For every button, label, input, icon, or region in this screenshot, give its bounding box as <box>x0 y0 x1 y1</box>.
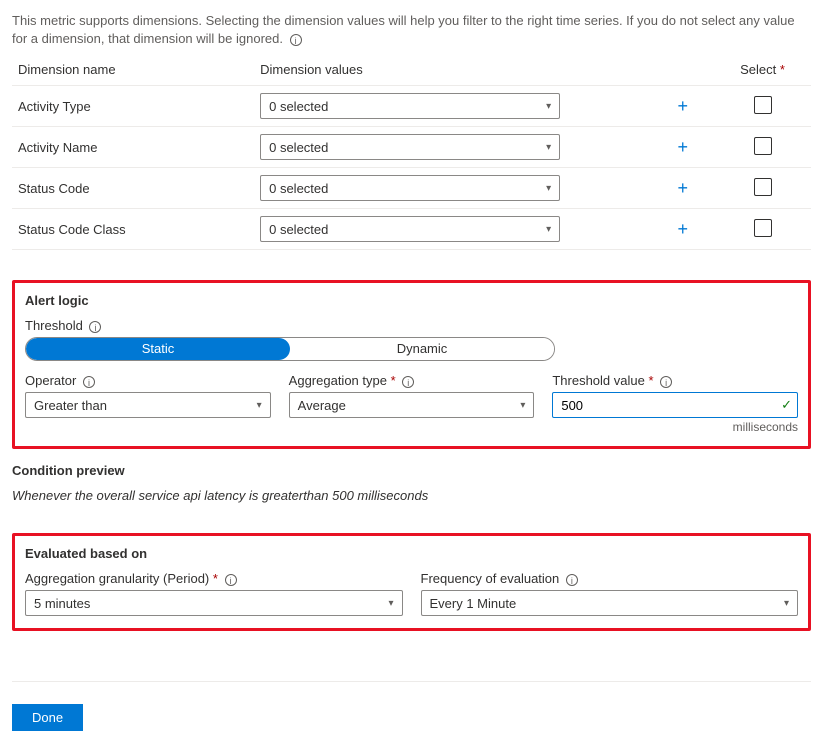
dimension-values-text: 0 selected <box>269 99 328 114</box>
threshold-unit: milliseconds <box>552 420 798 434</box>
alert-logic-title: Alert logic <box>25 293 798 308</box>
threshold-value-input[interactable] <box>552 392 798 418</box>
select-checkbox[interactable] <box>754 178 772 196</box>
dimension-values-dropdown[interactable]: 0 selected ▾ <box>260 93 560 119</box>
threshold-label: Threshold i <box>25 318 798 333</box>
dimension-values-text: 0 selected <box>269 222 328 237</box>
dimensions-table: Dimension name Dimension values Select *… <box>12 54 811 250</box>
evaluated-title: Evaluated based on <box>25 546 798 561</box>
alert-logic-section: Alert logic Threshold i Static Dynamic O… <box>12 280 811 449</box>
select-checkbox[interactable] <box>754 96 772 114</box>
col-dimension-name: Dimension name <box>12 54 254 86</box>
operator-dropdown[interactable]: Greater than ▾ <box>25 392 271 418</box>
info-icon: i <box>290 34 302 46</box>
chevron-down-icon: ▾ <box>520 400 525 411</box>
table-row: Status Code Class 0 selected ▾ + <box>12 209 811 250</box>
chevron-down-icon: ▾ <box>546 224 551 235</box>
dimension-values-text: 0 selected <box>269 140 328 155</box>
chevron-down-icon: ▾ <box>388 598 393 609</box>
condition-preview-title: Condition preview <box>12 463 811 478</box>
aggregation-type-value: Average <box>298 398 346 413</box>
operator-label: Operator i <box>25 373 271 388</box>
done-button[interactable]: Done <box>12 704 83 731</box>
info-icon: i <box>660 376 672 388</box>
aggregation-type-label: Aggregation type * i <box>289 373 535 388</box>
frequency-dropdown[interactable]: Every 1 Minute ▾ <box>421 590 799 616</box>
chevron-down-icon: ▾ <box>784 598 789 609</box>
add-icon[interactable]: + <box>672 218 694 240</box>
info-icon: i <box>566 574 578 586</box>
chevron-down-icon: ▾ <box>546 142 551 153</box>
chevron-down-icon: ▾ <box>257 400 262 411</box>
threshold-toggle-dynamic[interactable]: Dynamic <box>290 338 554 360</box>
dimension-values-dropdown[interactable]: 0 selected ▾ <box>260 216 560 242</box>
add-icon[interactable]: + <box>672 95 694 117</box>
frequency-label: Frequency of evaluation i <box>421 571 799 586</box>
aggregation-granularity-value: 5 minutes <box>34 596 90 611</box>
aggregation-granularity-dropdown[interactable]: 5 minutes ▾ <box>25 590 403 616</box>
evaluated-based-on-section: Evaluated based on Aggregation granulari… <box>12 533 811 631</box>
col-select: Select * <box>714 54 811 86</box>
operator-value: Greater than <box>34 398 107 413</box>
dimension-name: Activity Name <box>12 127 254 168</box>
dimension-values-text: 0 selected <box>269 181 328 196</box>
aggregation-type-dropdown[interactable]: Average ▾ <box>289 392 535 418</box>
threshold-value-label: Threshold value * i <box>552 373 798 388</box>
condition-preview-section: Condition preview Whenever the overall s… <box>12 463 811 503</box>
table-row: Activity Name 0 selected ▾ + <box>12 127 811 168</box>
dimension-name: Status Code Class <box>12 209 254 250</box>
condition-preview-text: Whenever the overall service api latency… <box>12 488 811 503</box>
chevron-down-icon: ▾ <box>546 183 551 194</box>
select-checkbox[interactable] <box>754 137 772 155</box>
info-icon: i <box>225 574 237 586</box>
threshold-toggle[interactable]: Static Dynamic <box>25 337 555 361</box>
threshold-toggle-static[interactable]: Static <box>26 338 290 360</box>
info-icon: i <box>83 376 95 388</box>
table-row: Status Code 0 selected ▾ + <box>12 168 811 209</box>
dimension-name: Status Code <box>12 168 254 209</box>
info-icon: i <box>89 321 101 333</box>
select-checkbox[interactable] <box>754 219 772 237</box>
aggregation-granularity-label: Aggregation granularity (Period) * i <box>25 571 403 586</box>
dimension-values-dropdown[interactable]: 0 selected ▾ <box>260 175 560 201</box>
col-dimension-values: Dimension values <box>254 54 666 86</box>
check-icon: ✓ <box>781 397 792 413</box>
intro-text: This metric supports dimensions. Selecti… <box>12 12 811 48</box>
dimension-values-dropdown[interactable]: 0 selected ▾ <box>260 134 560 160</box>
table-row: Activity Type 0 selected ▾ + <box>12 86 811 127</box>
chevron-down-icon: ▾ <box>546 101 551 112</box>
info-icon: i <box>402 376 414 388</box>
dimension-name: Activity Type <box>12 86 254 127</box>
frequency-value: Every 1 Minute <box>430 596 517 611</box>
add-icon[interactable]: + <box>672 177 694 199</box>
add-icon[interactable]: + <box>672 136 694 158</box>
